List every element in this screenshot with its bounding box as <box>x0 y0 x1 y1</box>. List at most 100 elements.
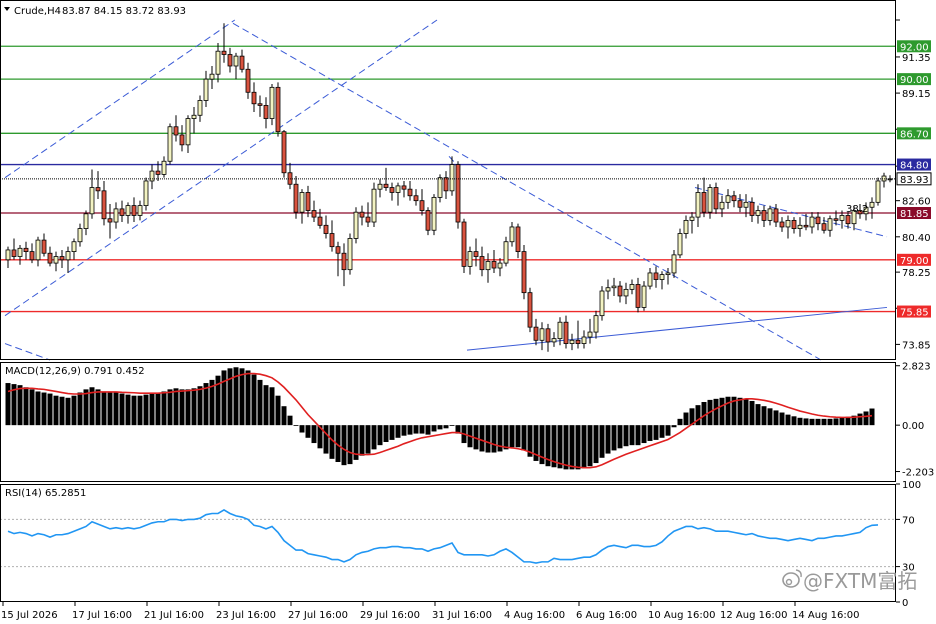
candle-body <box>479 256 485 271</box>
macd-bar <box>53 395 59 426</box>
rsi-title: RSI(14) 65.2851 <box>5 488 86 499</box>
candle-body <box>779 221 785 228</box>
candle-body <box>743 201 749 208</box>
candle <box>713 182 719 214</box>
candle-body <box>581 336 587 344</box>
time-tick-label: 17 Jul 16:00 <box>72 610 132 621</box>
level-tag-text: 90.00 <box>900 75 929 86</box>
macd-bar <box>797 417 803 426</box>
macd-bar <box>827 418 833 426</box>
time-tick-label: 15 Jul 2026 <box>1 610 58 621</box>
candle-body <box>839 215 845 221</box>
current-price-tag[interactable]: 83.93 <box>896 172 932 186</box>
candle-body <box>737 200 743 208</box>
candle-body <box>557 321 563 340</box>
macd-bar <box>185 389 191 426</box>
candle-body <box>473 251 479 257</box>
candle-body <box>89 187 95 215</box>
candle-body <box>527 292 533 328</box>
level-tag[interactable]: 84.80 <box>897 158 931 172</box>
macd-bar <box>695 405 701 426</box>
candle-body <box>53 256 59 264</box>
candle-body <box>317 216 323 226</box>
macd-bar <box>287 415 293 426</box>
candle-body <box>65 251 71 261</box>
candle-body <box>695 192 701 218</box>
macd-bar <box>557 425 563 469</box>
candle-body <box>395 185 401 193</box>
level-tag-text: 79.00 <box>900 256 929 267</box>
fib-annotation: 38.2 <box>846 204 868 215</box>
macd-bar <box>713 398 719 426</box>
macd-bar <box>311 425 317 444</box>
macd-bar <box>401 425 407 436</box>
watermark: @FXTM富拓 <box>782 569 917 593</box>
macd-bar <box>635 425 641 446</box>
macd-bar <box>257 379 263 426</box>
candle-body <box>401 185 407 190</box>
trading-chart[interactable]: 38.2 Crude,H4 83.87 84.15 83.72 83.93 MA… <box>0 0 936 624</box>
time-tick-label: 31 Jul 16:00 <box>432 610 492 621</box>
candle-body <box>299 192 305 213</box>
macd-bar <box>419 425 425 434</box>
macd-bar <box>653 425 659 440</box>
candle-body <box>263 105 269 119</box>
candle-body <box>275 86 281 133</box>
level-tag[interactable]: 86.70 <box>897 127 931 140</box>
time-tick-label: 29 Jul 16:00 <box>360 610 420 621</box>
macd-bar <box>809 418 815 426</box>
macd-bar <box>839 417 845 426</box>
candle-body <box>389 187 395 193</box>
level-tag[interactable]: 92.00 <box>897 40 931 53</box>
level-tag[interactable]: 81.85 <box>897 206 931 220</box>
candle-body <box>59 256 65 261</box>
macd-tick-label: 0.00 <box>902 421 924 432</box>
time-tick-label: 12 Aug 16:00 <box>720 610 787 621</box>
candle-body <box>383 183 389 188</box>
level-tag-text: 86.70 <box>900 129 929 140</box>
candle-body <box>197 100 203 116</box>
candle <box>521 245 527 300</box>
macd-bar <box>365 425 371 454</box>
macd-bar <box>563 425 569 470</box>
macd-bar <box>785 414 791 426</box>
candle-body <box>341 252 347 271</box>
macd-bar <box>83 389 89 426</box>
candle-body <box>443 177 449 192</box>
candle-body <box>293 183 299 213</box>
candle-body <box>455 164 461 223</box>
macd-bar <box>587 425 593 467</box>
time-tick-label: 27 Jul 16:00 <box>288 610 348 621</box>
candle-body <box>683 219 689 234</box>
level-tag[interactable]: 79.00 <box>897 253 931 267</box>
candle-body <box>143 180 149 207</box>
candle-body <box>539 328 545 341</box>
time-tick-label: 4 Aug 16:00 <box>504 610 565 621</box>
macd-bar <box>719 397 725 426</box>
macd-bar <box>815 418 821 426</box>
candle-body <box>653 272 659 280</box>
macd-bar <box>491 425 497 453</box>
macd-bar <box>101 391 107 426</box>
candle-body <box>167 126 173 162</box>
price-tick-label: 91.35 <box>902 53 931 64</box>
candle-body <box>629 284 635 290</box>
ohlc-readout: 83.87 84.15 83.72 83.93 <box>62 6 186 17</box>
candle-body <box>785 219 791 228</box>
candle-body <box>701 192 707 213</box>
level-tag[interactable]: 75.85 <box>897 305 931 319</box>
macd-bar <box>149 393 155 426</box>
macd-bar <box>431 425 437 432</box>
candle-body <box>161 160 167 175</box>
candle-body <box>437 177 443 198</box>
macd-bar <box>65 397 71 426</box>
macd-bar <box>29 389 35 426</box>
macd-bar <box>581 425 587 469</box>
candle-body <box>773 208 779 223</box>
candle <box>431 194 437 236</box>
candle-body <box>125 205 131 216</box>
macd-bar <box>191 388 197 426</box>
candle-body <box>545 328 551 343</box>
macd-bar <box>479 425 485 452</box>
level-tag[interactable]: 90.00 <box>897 73 931 86</box>
